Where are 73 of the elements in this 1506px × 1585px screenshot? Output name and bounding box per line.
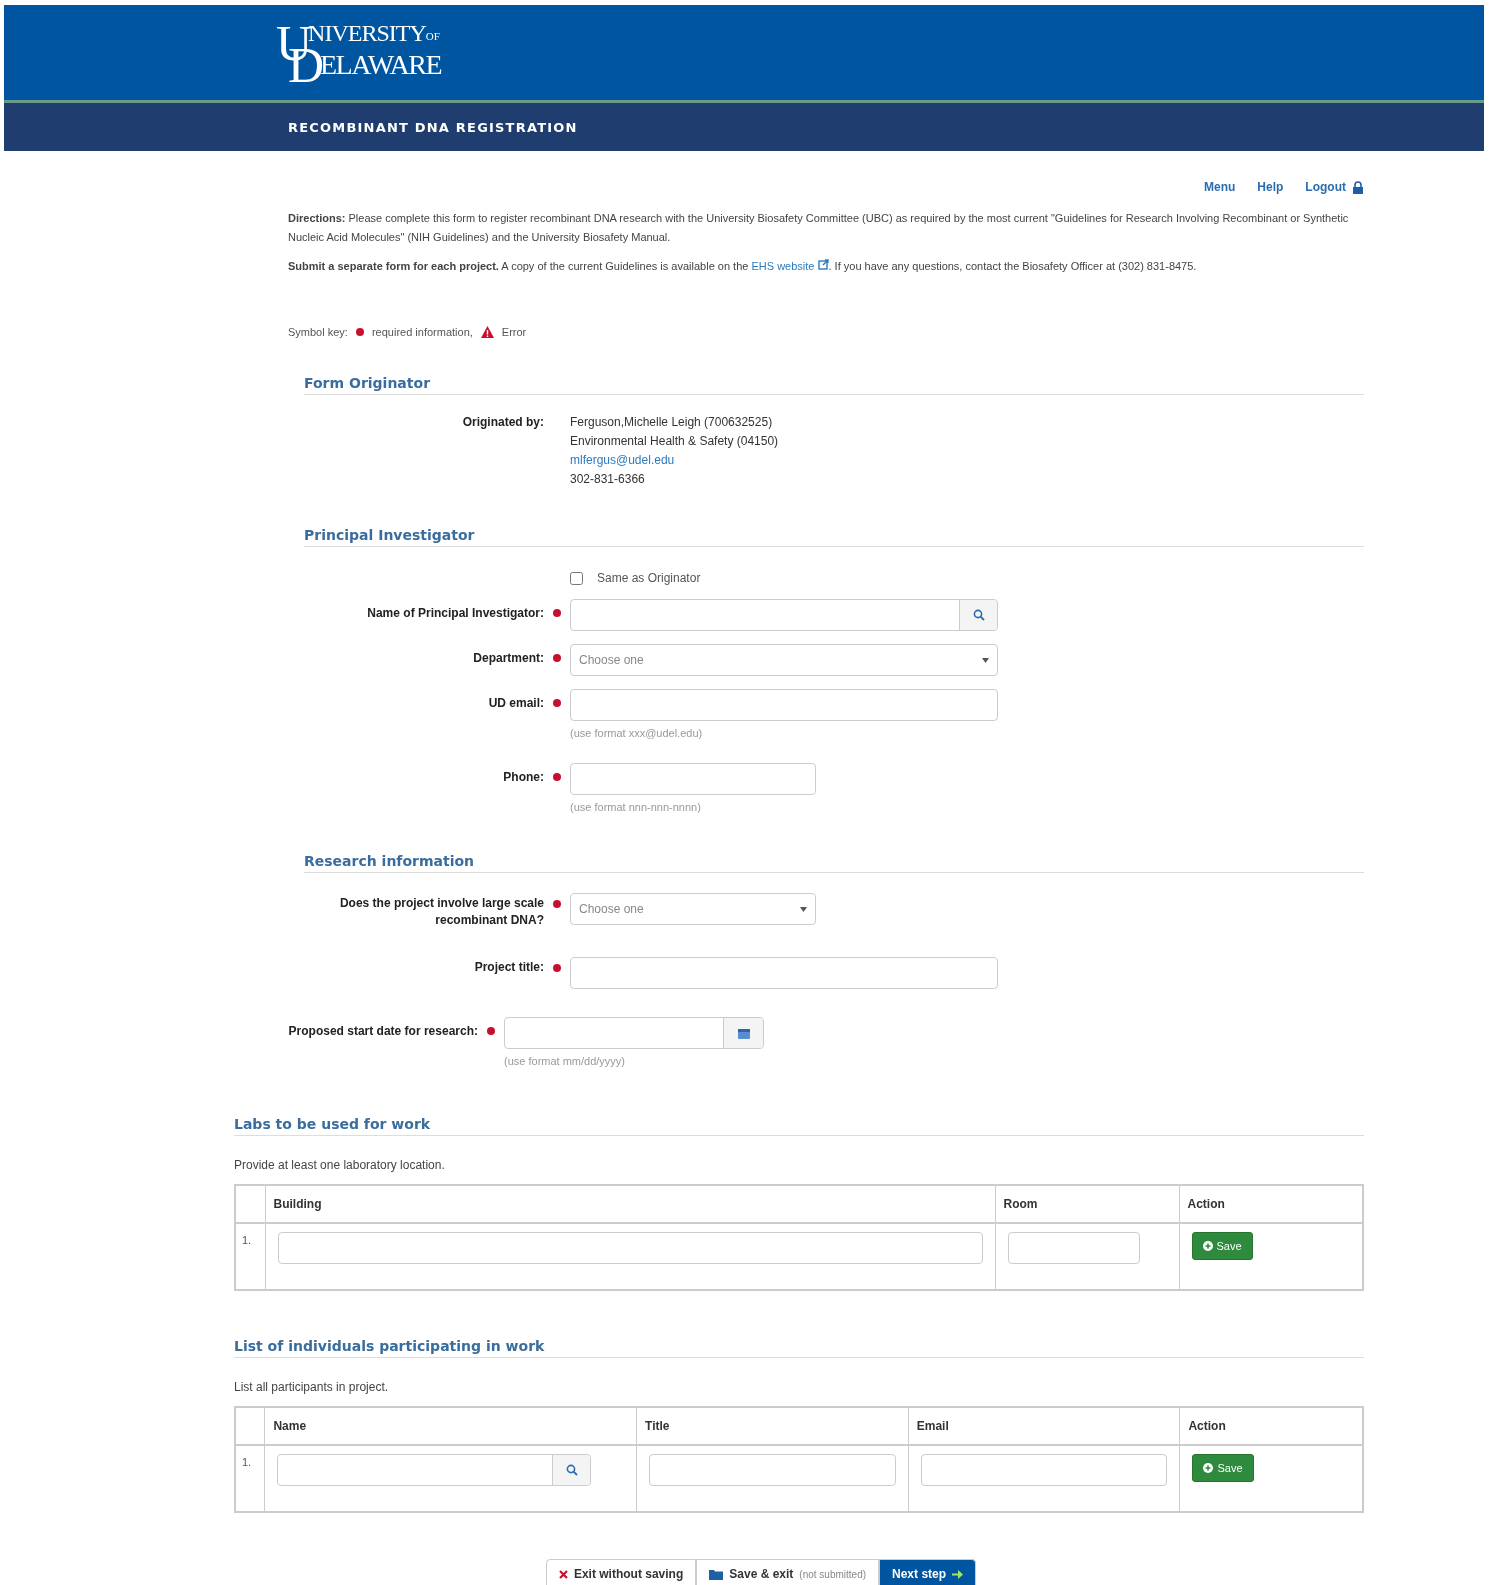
date-field[interactable] — [504, 1017, 764, 1049]
save-button[interactable]: Save — [1192, 1454, 1254, 1482]
input-field[interactable] — [920, 1454, 1168, 1486]
nav-link[interactable]: Menu — [1204, 165, 1236, 209]
plus-circle-icon — [1202, 1241, 1213, 1251]
field-label: Project title: — [473, 959, 544, 976]
symbol-key-label: Symbol key: — [288, 326, 348, 338]
format-hint: (use format nnn-nnn-nnnn) — [570, 801, 702, 813]
save-button[interactable]: Save — [1191, 1232, 1253, 1260]
column-header: Title — [636, 1407, 909, 1445]
column-header: Name — [264, 1407, 637, 1445]
section-heading: Research information — [304, 853, 1364, 873]
field-label: UD email: — [487, 695, 544, 712]
app-title: RECOMBINANT DNA REGISTRATION — [288, 119, 578, 135]
instructions-text: Submit a separate form for each project. A copy of the current Guidelines is available on the EHS website . If you have any questions, contact the Biosafety Officer at (302) 831-8475. — [288, 258, 1198, 274]
logout-link[interactable]: Logout — [1305, 165, 1364, 209]
warning-icon — [480, 326, 494, 338]
section-instruction: List all participants in project. — [234, 1380, 390, 1394]
close-icon — [558, 1569, 568, 1579]
column-header: Email — [908, 1407, 1180, 1445]
caret-icon — [800, 906, 807, 912]
section-heading: List of individuals participating in work — [234, 1338, 1364, 1358]
directions-text: Directions: Please complete this form to register recombinant DNA research with the University Biosafety Committee (UBC) as required by the most current "Guidelines for Research Involving Recombinant or Synthetic Nucleic Acid Molecules" (NIH Guidelines) and the University Biosafety Manual. — [288, 211, 1350, 245]
search-icon — [565, 1464, 578, 1476]
search-button[interactable] — [959, 600, 997, 630]
save-and-exit-button[interactable]: Save & exit (not submitted) — [696, 1559, 880, 1585]
input-field[interactable] — [570, 763, 816, 795]
field-label: Department: — [472, 650, 544, 667]
error-key-text: Error — [501, 326, 527, 338]
search-icon — [972, 609, 985, 621]
external-link-icon — [817, 259, 829, 270]
checkbox-label: Same as Originator — [597, 571, 701, 585]
field-label: Originated by: — [461, 414, 544, 431]
search-field[interactable] — [277, 1454, 592, 1486]
email-link[interactable]: mlfergus@udel.edu — [570, 451, 1364, 470]
column-header: Room — [995, 1185, 1179, 1223]
field-label: Does the project involve large scale recombinant DNA? — [338, 895, 544, 929]
folder-icon — [709, 1568, 724, 1580]
plus-circle-icon — [1203, 1463, 1214, 1473]
originator-detail: 302-831-6366 — [570, 471, 646, 488]
search-field[interactable] — [570, 599, 998, 631]
input-field[interactable] — [570, 689, 998, 721]
arrow-right-icon — [952, 1569, 964, 1579]
field-label: Phone: — [502, 769, 544, 786]
dropdown[interactable]: Choose one — [570, 644, 998, 676]
originator-detail: Environmental Health & Safety (04150) — [570, 433, 780, 450]
section-heading: Form Originator — [304, 375, 1364, 395]
format-hint: (use format xxx@udel.edu) — [570, 727, 704, 739]
column-header: Building — [265, 1185, 995, 1223]
input-field[interactable] — [1007, 1232, 1140, 1264]
nav-link[interactable]: Help — [1257, 165, 1284, 209]
field-label: Name of Principal Investigator: — [366, 605, 544, 622]
lock-icon — [1352, 180, 1364, 194]
input-field[interactable] — [649, 1454, 896, 1486]
section-heading: Labs to be used for work — [234, 1116, 1364, 1136]
caret-icon — [982, 657, 989, 663]
section-instruction: Provide at least one laboratory location. — [234, 1158, 446, 1172]
next-step-button[interactable]: Next step — [879, 1559, 977, 1585]
dropdown[interactable]: Choose one — [570, 893, 816, 925]
section-heading: Principal Investigator — [304, 527, 1364, 547]
required-key-text: required information, — [371, 326, 473, 338]
ehs-website-link[interactable]: EHS website — [751, 260, 829, 272]
format-hint: (use format mm/dd/yyyy) — [504, 1055, 627, 1067]
field-label: Proposed start date for research: — [287, 1023, 478, 1040]
input-field[interactable] — [277, 1232, 983, 1264]
input-field[interactable] — [570, 957, 998, 989]
search-button[interactable] — [552, 1455, 591, 1485]
exit-without-saving-button[interactable]: Exit without saving — [545, 1559, 697, 1585]
checkbox[interactable] — [570, 571, 583, 585]
calendar-icon — [737, 1027, 750, 1039]
calendar-button[interactable] — [723, 1018, 763, 1048]
originator-detail: Ferguson,Michelle Leigh (700632525) — [570, 414, 774, 431]
required-dot — [355, 328, 364, 336]
